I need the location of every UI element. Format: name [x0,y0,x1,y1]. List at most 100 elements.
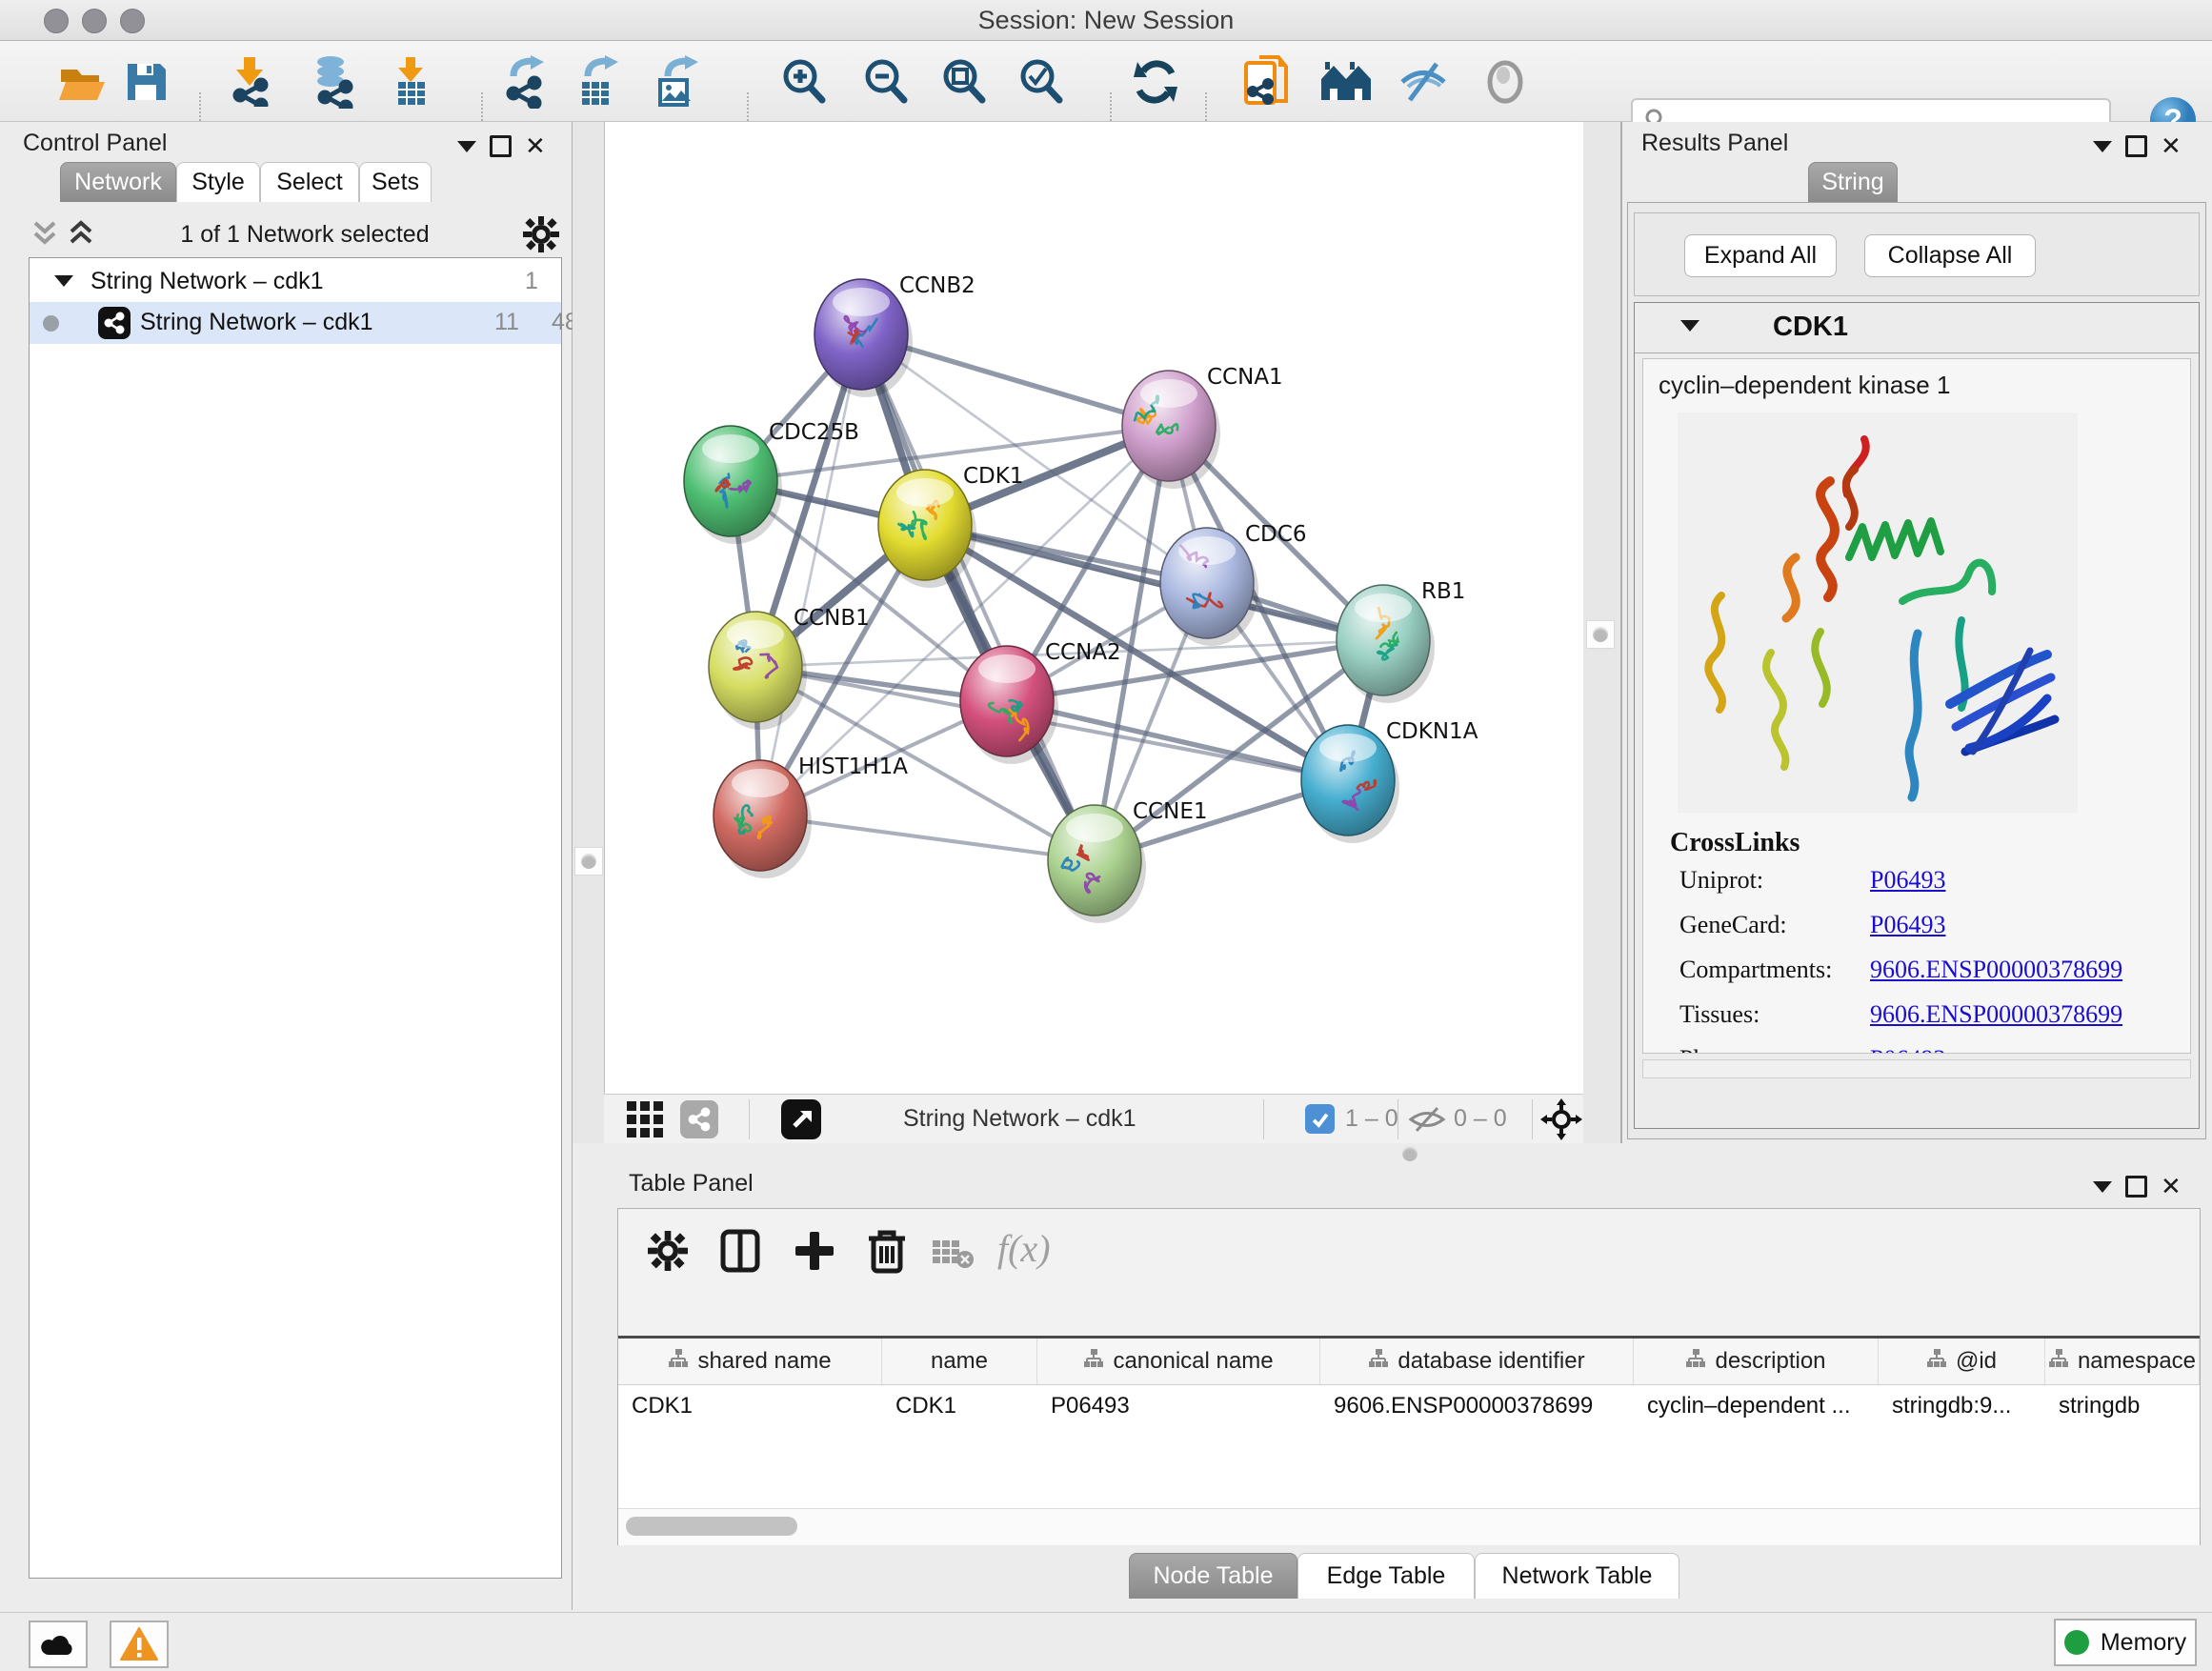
document-share-button[interactable] [1238,54,1294,110]
import-network-file-button[interactable] [223,56,276,108]
eye-button[interactable] [1478,58,1532,106]
string-view-icon[interactable] [680,1100,718,1138]
node-gloss [1140,379,1197,408]
tab-select[interactable]: Select [260,162,359,202]
tab-style[interactable]: Style [176,162,260,202]
splitter-handle[interactable] [1586,620,1615,649]
results-panel-splitter[interactable] [1583,122,1622,1143]
table-panel-close-icon[interactable]: ✕ [2161,1178,2182,1197]
network-selected-status: 1 of 1 Network selected [105,221,505,249]
network-tree-child-row[interactable]: String Network – cdk1 11 48 [30,302,561,344]
collapse-all-tree-button[interactable] [30,217,59,252]
open-session-button[interactable] [57,58,109,106]
crosslink-value-link[interactable]: P06493 [1870,1045,1945,1054]
table-cell[interactable]: stringdb:9... [1879,1385,2045,1427]
crosslinks-list: Uniprot:P06493GeneCard:P06493Compartment… [1679,866,2184,1054]
column-header-shared-name[interactable]: shared name [618,1339,882,1384]
eye-slash-button[interactable] [1397,58,1450,106]
grid-view-icon[interactable] [625,1100,667,1138]
houses-icon-button[interactable] [1318,58,1374,106]
table-hscrollbar-thumb[interactable] [626,1517,797,1536]
birds-eye-view-icon[interactable] [781,1099,821,1139]
results-panel-menu-icon[interactable] [2093,141,2112,152]
network-canvas[interactable]: CCNB2CCNA1CDC25BCDK1CDC6RB1CCNB1CCNA2CDK… [604,122,1583,1094]
node-gloss [702,434,759,463]
control-panel-close-icon[interactable]: ✕ [525,137,546,156]
delete-table-icon[interactable] [933,1236,975,1270]
hidden-eye-slash-icon[interactable] [1407,1104,1447,1135]
tab-edge-table[interactable]: Edge Table [1297,1553,1475,1599]
expand-all-button[interactable]: Expand All [1684,234,1837,277]
tab-network-table[interactable]: Network Table [1475,1553,1679,1599]
export-image-button[interactable] [650,54,705,110]
network-tree-root-row[interactable]: String Network – cdk1 1 [30,264,561,302]
gene-detail-box: cyclin–dependent kinase 1 [1642,358,2191,1054]
table-settings-gear-icon[interactable] [647,1230,689,1272]
crosslink-value-link[interactable]: P06493 [1870,866,1945,895]
splitter-handle[interactable] [1402,1146,1418,1161]
tab-node-table[interactable]: Node Table [1129,1553,1297,1599]
memory-button[interactable]: Memory [2054,1619,2197,1666]
crosslink-value-link[interactable]: 9606.ENSP00000378699 [1870,956,2122,984]
column-header-id[interactable]: @id [1879,1339,2045,1384]
crosslink-value-link[interactable]: P06493 [1870,911,1945,939]
table-panel-tabs: Node TableEdge TableNetwork Table [604,1553,2212,1599]
column-header-database-identifier[interactable]: database identifier [1320,1339,1634,1384]
table-row[interactable]: CDK1CDK1P064939606.ENSP00000378699cyclin… [618,1385,2200,1427]
export-network-button[interactable] [499,54,554,110]
tab-network[interactable]: Network [60,162,176,202]
column-header-namespace[interactable]: namespace [2045,1339,2200,1384]
collapse-all-button[interactable]: Collapse All [1864,234,2036,277]
table-panel-float-icon[interactable] [2125,1176,2147,1198]
pan-crosshair-icon[interactable] [1539,1097,1583,1141]
zoom-fit-button[interactable] [937,54,991,110]
results-panel-float-icon[interactable] [2125,135,2147,157]
table-panel-splitter[interactable] [604,1143,2212,1164]
column-header-name[interactable]: name [882,1339,1037,1384]
zoom-out-button[interactable] [859,54,913,110]
section-collapse-icon[interactable] [1680,320,1699,332]
crosslink-value-link[interactable]: 9606.ENSP00000378699 [1870,1000,2122,1029]
column-header-description[interactable]: description [1634,1339,1879,1384]
gene-section-header[interactable]: CDK1 [1635,303,2199,353]
import-table-button[interactable] [385,56,438,108]
zoom-in-button[interactable] [777,54,831,110]
table-cell[interactable]: CDK1 [618,1385,882,1427]
tree-child-label: String Network – cdk1 [140,309,373,336]
column-header-canonical-name[interactable]: canonical name [1037,1339,1320,1384]
table-cell[interactable]: cyclin–dependent ... [1634,1385,1879,1427]
node-label-CDC6: CDC6 [1245,522,1306,547]
export-table-button[interactable] [572,54,627,110]
save-session-button[interactable] [120,58,171,106]
crosslink-label: Compartments: [1679,956,1870,984]
gene-detail-scrollbar[interactable] [1642,1059,2191,1078]
tree-collapse-icon[interactable] [54,275,73,287]
network-edge-CCNB2-CCNE1[interactable] [861,334,1095,860]
create-column-plus-icon[interactable] [792,1228,837,1274]
network-options-gear-icon[interactable] [522,215,560,253]
control-panel-menu-icon[interactable] [457,141,476,152]
table-cell[interactable]: 9606.ENSP00000378699 [1320,1385,1634,1427]
table-hscrollbar[interactable] [618,1508,2200,1545]
control-panel-splitter[interactable] [573,122,604,1143]
table-panel-menu-icon[interactable] [2093,1181,2112,1193]
tab-string[interactable]: String [1808,162,1898,202]
selected-checkbox-icon[interactable] [1305,1104,1335,1134]
table-cell[interactable]: CDK1 [882,1385,1037,1427]
table-cell[interactable]: stringdb [2045,1385,2200,1427]
zoom-selected-button[interactable] [1015,54,1068,110]
control-panel-float-icon[interactable] [490,135,512,157]
import-network-database-button[interactable] [305,54,360,110]
results-panel-close-icon[interactable]: ✕ [2161,137,2182,156]
network-graph[interactable]: CCNB2CCNA1CDC25BCDK1CDC6RB1CCNB1CCNA2CDK… [605,122,1584,1094]
function-builder-fx[interactable]: f(x) [997,1226,1051,1271]
table-cell[interactable]: P06493 [1037,1385,1320,1427]
delete-column-trash-icon[interactable] [864,1226,910,1276]
refresh-button[interactable] [1130,56,1181,108]
tab-sets[interactable]: Sets [359,162,432,202]
warning-status-button[interactable] [110,1621,169,1668]
show-columns-icon[interactable] [717,1228,763,1274]
expand-all-tree-button[interactable] [67,217,95,252]
cloud-status-button[interactable] [29,1621,88,1668]
splitter-handle[interactable] [574,847,603,876]
